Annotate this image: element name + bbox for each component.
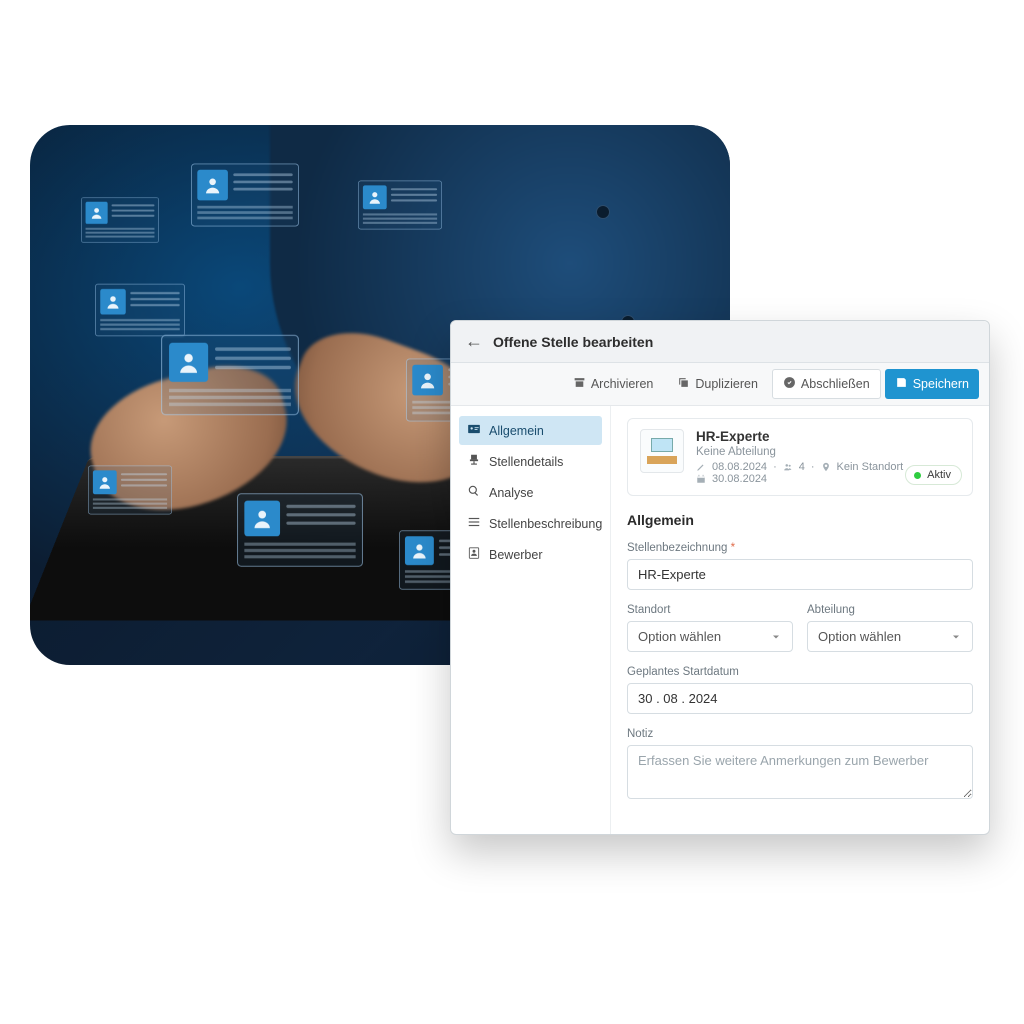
sidebar-item-label: Stellenbeschreibung [489, 517, 602, 531]
sidebar-item-description[interactable]: Stellenbeschreibung [459, 509, 602, 538]
location-pin-icon [821, 462, 831, 472]
summary-created-date: 08.08.2024 [712, 461, 767, 473]
summary-meta-row2: 30.08.2024 [696, 473, 903, 485]
summary-location: Kein Standort [837, 461, 904, 473]
department-label: Abteilung [807, 604, 973, 616]
chair-icon [467, 453, 481, 470]
field-job-title: Stellenbezeichnung * [627, 542, 973, 590]
location-select[interactable]: Option wählen [627, 621, 793, 652]
calendar-icon [696, 474, 706, 484]
list-icon [467, 515, 481, 532]
job-title-input[interactable] [627, 559, 973, 590]
users-icon [783, 462, 793, 472]
planned-start-label: Geplantes Startdatum [627, 666, 973, 678]
save-icon [895, 376, 908, 392]
sidebar-item-analysis[interactable]: Analyse [459, 478, 602, 507]
summary-applicant-count: 4 [799, 461, 805, 473]
location-label: Standort [627, 604, 793, 616]
summary-title: HR-Experte [696, 429, 903, 444]
position-summary: HR-Experte Keine Abteilung 08.08.2024 · … [627, 418, 973, 496]
app-window: ← Offene Stelle bearbeiten Archivieren D… [450, 320, 990, 835]
sidebar-item-label: Bewerber [489, 548, 543, 562]
chevron-down-icon [950, 631, 962, 643]
sidebar-item-details[interactable]: Stellendetails [459, 447, 602, 476]
main-panel: HR-Experte Keine Abteilung 08.08.2024 · … [611, 406, 989, 834]
status-badge: Aktiv [905, 465, 962, 485]
department-select[interactable]: Option wählen [807, 621, 973, 652]
back-arrow-icon[interactable]: ← [465, 331, 483, 352]
applicants-icon [467, 546, 481, 563]
summary-meta-row1: 08.08.2024 · 4 · Kein Standort [696, 461, 903, 473]
close-button[interactable]: Abschließen [772, 369, 881, 399]
chevron-down-icon [770, 631, 782, 643]
close-label: Abschließen [801, 377, 870, 391]
summary-department: Keine Abteilung [696, 446, 903, 458]
note-label: Notiz [627, 728, 973, 740]
planned-start-input[interactable] [627, 683, 973, 714]
checkmark-circle-icon [783, 376, 796, 392]
job-title-label: Stellenbezeichnung * [627, 542, 973, 554]
department-placeholder: Option wählen [818, 629, 901, 644]
copy-icon [677, 376, 690, 392]
duplicate-button[interactable]: Duplizieren [667, 369, 768, 399]
field-department: Abteilung Option wählen [807, 604, 973, 652]
sidebar: Allgemein Stellendetails Analyse Stellen… [451, 406, 611, 834]
window-header: ← Offene Stelle bearbeiten [451, 321, 989, 363]
id-card-icon [467, 422, 481, 439]
location-placeholder: Option wählen [638, 629, 721, 644]
summary-start-date: 30.08.2024 [712, 473, 767, 485]
sidebar-item-label: Analyse [489, 486, 533, 500]
sidebar-item-label: Allgemein [489, 424, 544, 438]
magnifier-icon [467, 484, 481, 501]
archive-icon [573, 376, 586, 392]
status-text: Aktiv [927, 469, 951, 481]
status-dot-icon [914, 472, 921, 479]
archive-button[interactable]: Archivieren [563, 369, 664, 399]
duplicate-label: Duplizieren [695, 377, 758, 391]
sidebar-item-general[interactable]: Allgemein [459, 416, 602, 445]
save-button[interactable]: Speichern [885, 369, 979, 399]
field-planned-start: Geplantes Startdatum [627, 666, 973, 714]
pencil-icon [696, 462, 706, 472]
section-title: Allgemein [627, 512, 973, 528]
save-label: Speichern [913, 377, 969, 391]
field-note: Notiz [627, 728, 973, 802]
position-thumbnail [640, 429, 684, 473]
window-title: Offene Stelle bearbeiten [493, 334, 653, 350]
toolbar: Archivieren Duplizieren Abschließen Spei… [451, 363, 989, 406]
field-location: Standort Option wählen [627, 604, 793, 652]
sidebar-item-label: Stellendetails [489, 455, 563, 469]
archive-label: Archivieren [591, 377, 654, 391]
note-textarea[interactable] [627, 745, 973, 799]
sidebar-item-applicants[interactable]: Bewerber [459, 540, 602, 569]
